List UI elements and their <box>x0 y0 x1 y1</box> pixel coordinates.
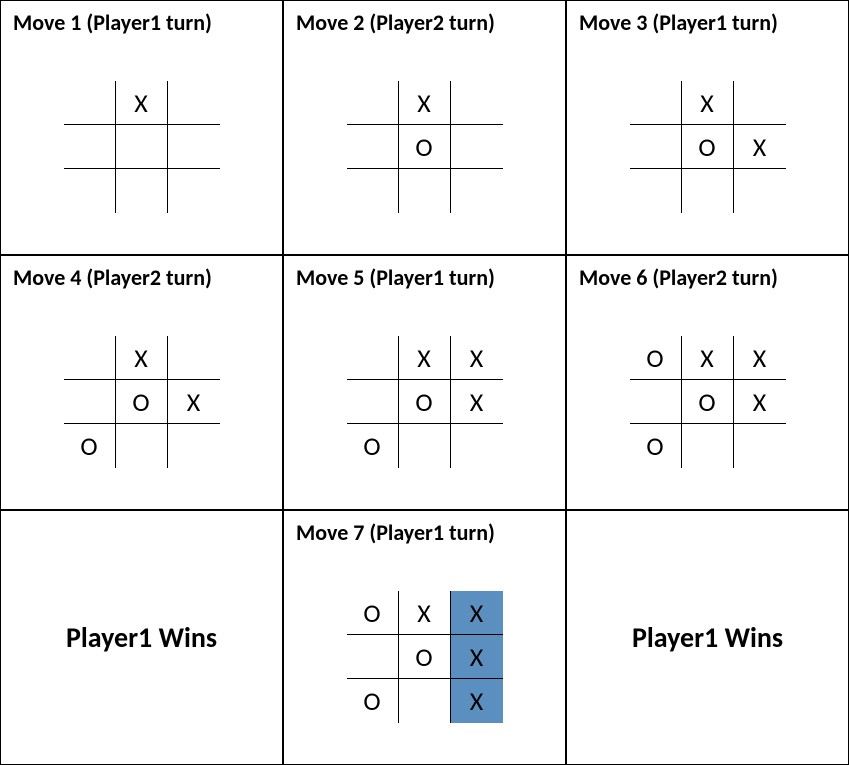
move-panel-4: Move 4 (Player2 turn) X O X O <box>0 255 283 510</box>
cell-1-0 <box>630 125 682 169</box>
cell-0-0 <box>64 336 116 380</box>
cell-2-1 <box>116 424 168 468</box>
move-title: Move 4 (Player2 turn) <box>13 264 270 291</box>
win-text: Player1 Wins <box>66 620 217 655</box>
tic-tac-toe-board: X O X O <box>64 336 220 468</box>
cell-0-1: X <box>399 336 451 380</box>
cell-2-0 <box>347 169 399 213</box>
cell-0-0: O <box>347 591 399 635</box>
cell-0-0 <box>347 81 399 125</box>
cell-2-0: O <box>347 424 399 468</box>
tic-tac-toe-board: X O X <box>630 81 786 213</box>
cell-1-0 <box>64 125 116 169</box>
cell-2-1 <box>399 679 451 723</box>
board-wrap: O X X O X O <box>579 303 836 501</box>
cell-2-1 <box>682 169 734 213</box>
move-panel-1: Move 1 (Player1 turn) X <box>0 0 283 255</box>
cell-0-1: X <box>682 81 734 125</box>
cell-0-2 <box>168 81 220 125</box>
cell-2-1 <box>399 424 451 468</box>
cell-0-1: X <box>399 591 451 635</box>
tic-tac-toe-board: O X X O X O <box>630 336 786 468</box>
cell-2-0: O <box>630 424 682 468</box>
cell-1-1: O <box>399 125 451 169</box>
cell-2-2 <box>168 424 220 468</box>
move-title: Move 7 (Player1 turn) <box>296 519 553 546</box>
move-panel-6: Move 6 (Player2 turn) O X X O X O <box>566 255 849 510</box>
cell-1-1: O <box>682 125 734 169</box>
cell-1-1: O <box>682 380 734 424</box>
board-wrap: X X O X O <box>296 303 553 501</box>
board-wrap: X <box>13 48 270 246</box>
cell-0-1: X <box>116 81 168 125</box>
cell-0-0: O <box>630 336 682 380</box>
cell-2-0: O <box>64 424 116 468</box>
tic-tac-toe-board: X <box>64 81 220 213</box>
cell-1-1: O <box>116 380 168 424</box>
move-panel-3: Move 3 (Player1 turn) X O X <box>566 0 849 255</box>
cell-1-0 <box>630 380 682 424</box>
result-panel-left: Player1 Wins <box>0 510 283 765</box>
cell-2-0 <box>630 169 682 213</box>
board-wrap: X O X O <box>13 303 270 501</box>
cell-1-2 <box>451 125 503 169</box>
cell-2-2 <box>451 424 503 468</box>
move-title: Move 2 (Player2 turn) <box>296 9 553 36</box>
tic-tac-toe-board: O X X O X O X <box>347 591 503 723</box>
result-panel-right: Player1 Wins <box>566 510 849 765</box>
cell-0-2 <box>734 81 786 125</box>
cell-1-0 <box>347 380 399 424</box>
cell-0-2 <box>451 81 503 125</box>
cell-0-0 <box>347 336 399 380</box>
cell-1-2: X <box>451 635 503 679</box>
cell-1-0 <box>64 380 116 424</box>
move-title: Move 5 (Player1 turn) <box>296 264 553 291</box>
cell-1-2 <box>168 125 220 169</box>
cell-0-2: X <box>734 336 786 380</box>
cell-2-2 <box>734 424 786 468</box>
board-wrap: O X X O X O X <box>296 558 553 756</box>
board-wrap: X O <box>296 48 553 246</box>
move-panel-5: Move 5 (Player1 turn) X X O X O <box>283 255 566 510</box>
cell-2-2 <box>451 169 503 213</box>
cell-2-2 <box>168 169 220 213</box>
cell-0-1: X <box>116 336 168 380</box>
cell-0-2: X <box>451 591 503 635</box>
cell-2-0 <box>64 169 116 213</box>
cell-1-1 <box>116 125 168 169</box>
cell-1-2: X <box>734 380 786 424</box>
cell-1-2: X <box>168 380 220 424</box>
cell-0-1: X <box>399 81 451 125</box>
cell-2-1 <box>399 169 451 213</box>
move-title: Move 6 (Player2 turn) <box>579 264 836 291</box>
move-title: Move 1 (Player1 turn) <box>13 9 270 36</box>
cell-2-2 <box>734 169 786 213</box>
cell-1-2: X <box>734 125 786 169</box>
move-panel-2: Move 2 (Player2 turn) X O <box>283 0 566 255</box>
cell-2-2: X <box>451 679 503 723</box>
cell-1-1: O <box>399 380 451 424</box>
cell-1-2: X <box>451 380 503 424</box>
cell-0-2: X <box>451 336 503 380</box>
move-title: Move 3 (Player1 turn) <box>579 9 836 36</box>
cell-2-1 <box>682 424 734 468</box>
cell-2-1 <box>116 169 168 213</box>
move-panel-7: Move 7 (Player1 turn) O X X O X O X <box>283 510 566 765</box>
tic-tac-toe-board: X X O X O <box>347 336 503 468</box>
cell-0-2 <box>168 336 220 380</box>
cell-0-0 <box>630 81 682 125</box>
game-grid: Move 1 (Player1 turn) X Move 2 (Player2 … <box>0 0 849 765</box>
cell-1-1: O <box>399 635 451 679</box>
win-text: Player1 Wins <box>632 620 783 655</box>
board-wrap: X O X <box>579 48 836 246</box>
cell-1-0 <box>347 125 399 169</box>
tic-tac-toe-board: X O <box>347 81 503 213</box>
cell-0-1: X <box>682 336 734 380</box>
cell-1-0 <box>347 635 399 679</box>
cell-0-0 <box>64 81 116 125</box>
cell-2-0: O <box>347 679 399 723</box>
